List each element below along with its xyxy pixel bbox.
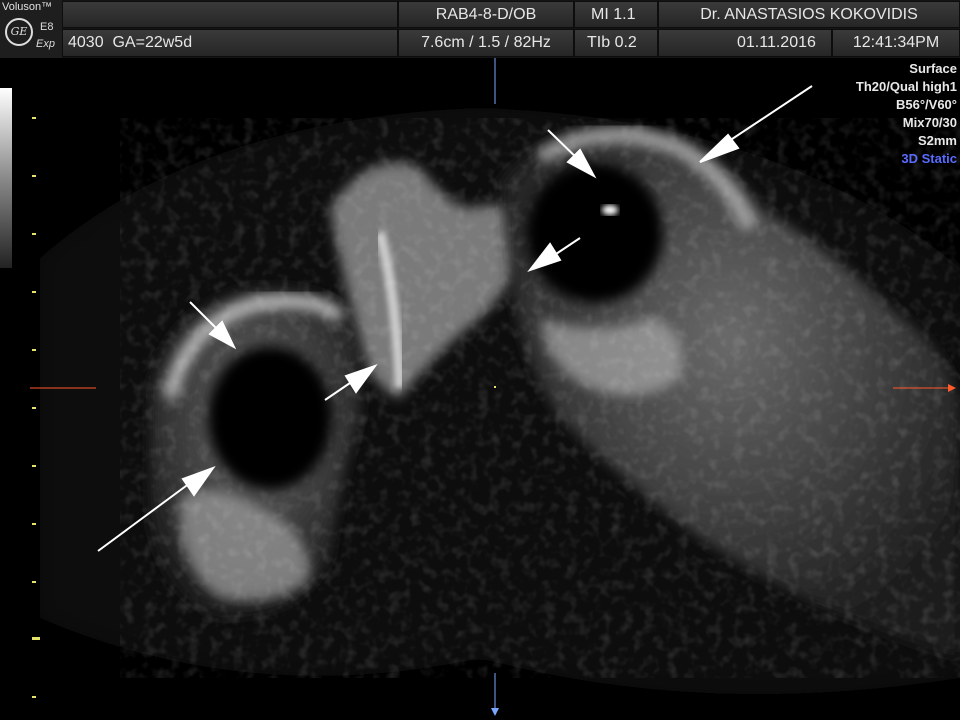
render-params-panel: Surface Th20/Qual high1 B56°/V60° Mix70/…	[856, 60, 957, 168]
logo-block: Voluson™ GE E8 Exp	[0, 0, 62, 58]
focus-marker	[32, 637, 40, 640]
depth-freq-cell: 7.6cm / 1.5 / 82Hz	[398, 29, 574, 57]
preset-label: 4030	[68, 34, 104, 51]
depth-tick	[32, 291, 36, 293]
grey-scale-bar	[0, 88, 12, 268]
depth-tick	[32, 233, 36, 235]
depth-tick	[32, 117, 36, 119]
header-blank-cell	[62, 1, 398, 28]
gestational-age-label: GA=22w5d	[112, 34, 193, 51]
ge-logo-icon: GE	[5, 18, 33, 46]
model-label: E8	[40, 21, 54, 33]
param-angles: B56°/V60°	[896, 97, 957, 112]
scan-centre-arrow-icon	[491, 708, 499, 716]
depth-tick	[32, 696, 36, 698]
focus-dot	[494, 386, 496, 388]
depth-tick	[32, 349, 36, 351]
probe-cell: RAB4-8-D/OB	[398, 1, 574, 28]
header-bar: Voluson™ GE E8 Exp RAB4-8-D/OB MI 1.1 Dr…	[0, 0, 960, 58]
depth-tick	[32, 581, 36, 583]
param-threshold-quality: Th20/Qual high1	[855, 79, 957, 94]
depth-tick	[32, 465, 36, 467]
param-render-mode: Surface	[909, 61, 957, 76]
ultrasound-3d-render	[30, 58, 960, 716]
depth-tick	[32, 523, 36, 525]
date-cell: 01.11.2016	[658, 29, 832, 57]
acquisition-mode: 3D Static	[901, 151, 957, 166]
mi-cell: MI 1.1	[574, 1, 658, 28]
param-slice: S2mm	[917, 133, 957, 148]
param-mix: Mix70/30	[902, 115, 957, 130]
depth-tick	[32, 407, 36, 409]
right-cavity	[527, 163, 663, 303]
tib-cell: TIb 0.2	[574, 29, 658, 57]
depth-tick	[32, 175, 36, 177]
time-cell: 12:41:34PM	[832, 29, 960, 57]
bright-echo-spot	[602, 205, 618, 215]
operator-cell: Dr. ANASTASIOS KOKOVIDIS	[658, 1, 960, 28]
brand-label: Voluson™	[2, 1, 53, 13]
exam-info-cell: 4030 GA=22w5d	[62, 29, 398, 57]
edition-label: Exp	[36, 38, 55, 50]
left-cavity	[208, 346, 332, 490]
